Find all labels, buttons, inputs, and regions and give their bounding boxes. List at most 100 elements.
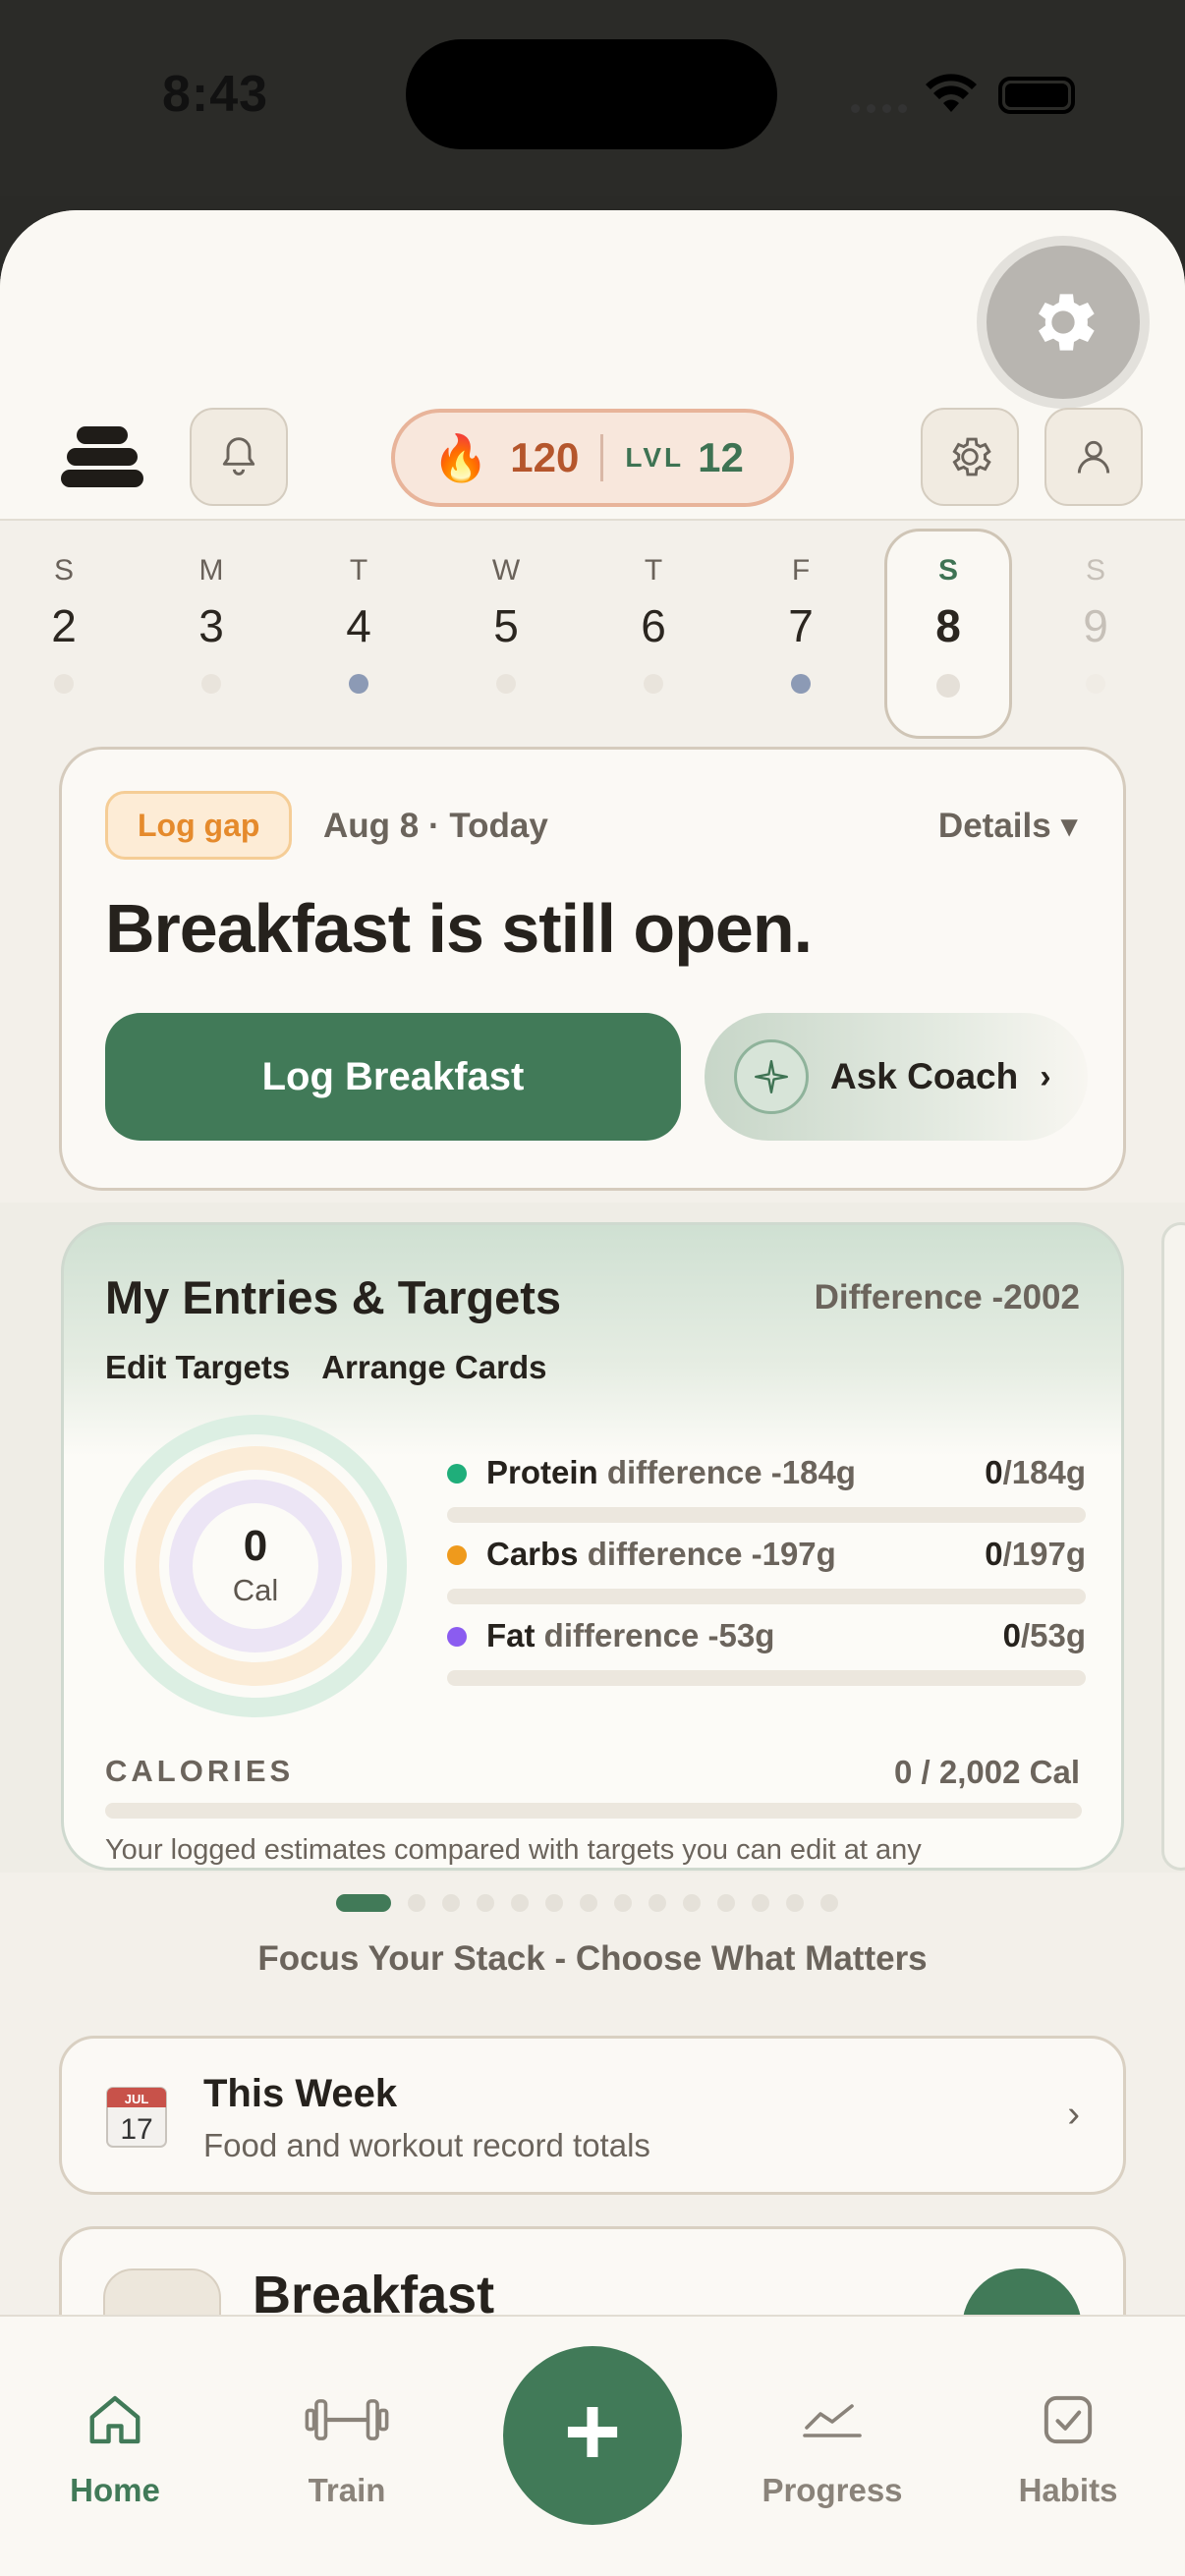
- level-label: LVL: [625, 442, 685, 473]
- macro-current: 0: [985, 1536, 1003, 1572]
- macro-current: 0: [1002, 1617, 1021, 1653]
- tab-label: Train: [308, 2472, 386, 2508]
- log-breakfast-button[interactable]: Log Breakfast: [105, 1013, 681, 1141]
- macro-progress-bar: [447, 1670, 1086, 1686]
- day-saturday-8-selected[interactable]: S 8: [884, 523, 1012, 739]
- tab-label: Progress: [762, 2472, 903, 2508]
- streak-level-pill[interactable]: 🔥 120 LVL 12: [391, 409, 794, 507]
- details-dropdown[interactable]: Details ▾: [938, 807, 1078, 846]
- tab-home[interactable]: Home: [17, 2385, 213, 2509]
- this-week-card[interactable]: JUL 17 This Week Food and workout record…: [59, 2036, 1126, 2195]
- fat-dot: [447, 1627, 467, 1647]
- day-log-dot: [644, 674, 663, 694]
- add-entry-fab[interactable]: +: [503, 2346, 682, 2525]
- calendar-day: 17: [120, 2113, 152, 2146]
- macro-difference: difference -197g: [587, 1536, 836, 1572]
- pager-dot[interactable]: [717, 1894, 735, 1912]
- macro-progress-bar: [447, 1507, 1086, 1523]
- day-log-dot: [349, 674, 368, 694]
- tab-train[interactable]: Train: [249, 2385, 445, 2509]
- pager-dot[interactable]: [786, 1894, 804, 1912]
- pager-dot[interactable]: [649, 1894, 666, 1912]
- stack-logo-icon[interactable]: [61, 424, 143, 489]
- day-wednesday-5[interactable]: W 5: [442, 523, 570, 739]
- pill-divider: [600, 434, 604, 481]
- tab-progress[interactable]: Progress: [734, 2385, 931, 2509]
- cellular-signal-icon: [851, 104, 907, 113]
- gear-icon: [1039, 294, 1095, 351]
- macro-target: /184g: [1002, 1454, 1086, 1490]
- floating-settings-button[interactable]: [987, 246, 1140, 399]
- wifi-icon: [926, 74, 977, 112]
- plus-icon: +: [563, 2377, 622, 2487]
- calorie-difference: Difference -2002: [814, 1278, 1080, 1316]
- edit-targets-link[interactable]: Edit Targets: [105, 1349, 290, 1385]
- pager-dot[interactable]: [580, 1894, 597, 1912]
- ring-calories-value: 0: [243, 1522, 268, 1570]
- tab-label: Home: [70, 2472, 160, 2508]
- day-letter: M: [198, 554, 224, 587]
- pager-dot[interactable]: [477, 1894, 494, 1912]
- day-letter: S: [937, 554, 958, 587]
- arrange-cards-link[interactable]: Arrange Cards: [321, 1349, 546, 1385]
- log-gap-date: Aug 8 · Today: [323, 807, 548, 845]
- fire-icon: 🔥: [432, 431, 489, 483]
- macro-target: /53g: [1020, 1617, 1086, 1653]
- pager-dot[interactable]: [442, 1894, 460, 1912]
- pager-dot-active[interactable]: [336, 1894, 391, 1912]
- macro-name: Fat: [486, 1617, 536, 1653]
- pager-dot[interactable]: [752, 1894, 769, 1912]
- tab-label: Habits: [1018, 2472, 1118, 2508]
- entries-title: My Entries & Targets: [105, 1271, 562, 1323]
- day-tuesday-4[interactable]: T 4: [295, 523, 423, 739]
- macro-carbs: Carbs difference -197g 0/197g: [447, 1536, 1086, 1604]
- day-number: 3: [198, 600, 224, 651]
- day-number: 7: [788, 600, 814, 651]
- day-thursday-6[interactable]: T 6: [590, 523, 717, 739]
- gear-icon: [952, 437, 991, 476]
- day-log-dot: [496, 674, 516, 694]
- day-sunday-9[interactable]: S 9: [1032, 523, 1159, 739]
- day-number: 4: [346, 600, 371, 651]
- dumbbell-icon: [305, 2399, 389, 2440]
- card-pager[interactable]: [336, 1894, 838, 1912]
- chevron-right-icon: ›: [1067, 2094, 1080, 2135]
- day-monday-3[interactable]: M 3: [147, 523, 275, 739]
- log-gap-badge: Log gap: [105, 791, 293, 860]
- macro-value: 0/184g: [985, 1454, 1086, 1491]
- macro-protein: Protein difference -184g 0/184g: [447, 1454, 1086, 1523]
- pager-dot[interactable]: [683, 1894, 701, 1912]
- macro-difference: difference -184g: [606, 1454, 856, 1490]
- day-sunday-2[interactable]: S 2: [0, 523, 128, 739]
- focus-stack-text[interactable]: Focus Your Stack - Choose What Matters: [0, 1939, 1185, 1979]
- day-log-dot: [54, 674, 74, 694]
- entries-links: Edit Targets Arrange Cards: [105, 1349, 570, 1386]
- chart-line-icon: [803, 2404, 862, 2437]
- bell-icon: [222, 437, 255, 476]
- profile-button[interactable]: [1044, 408, 1143, 506]
- notifications-button[interactable]: [190, 408, 288, 506]
- ask-coach-button[interactable]: Ask Coach ›: [705, 1013, 1088, 1141]
- home-icon: [89, 2395, 141, 2444]
- calories-value: 0 / 2,002 Cal: [894, 1754, 1080, 1790]
- day-number: 5: [493, 600, 519, 651]
- tab-habits[interactable]: Habits: [970, 2385, 1166, 2509]
- macro-fat: Fat difference -53g 0/53g: [447, 1617, 1086, 1686]
- pager-dot[interactable]: [408, 1894, 425, 1912]
- settings-button[interactable]: [921, 408, 1019, 506]
- day-log-dot: [1086, 674, 1105, 694]
- entries-targets-card[interactable]: My Entries & Targets Difference -2002 Ed…: [61, 1222, 1124, 1871]
- day-log-dot: [201, 674, 221, 694]
- person-icon: [1077, 440, 1110, 474]
- day-letter: T: [644, 554, 663, 587]
- macro-current: 0: [985, 1454, 1003, 1490]
- pager-dot[interactable]: [545, 1894, 563, 1912]
- pager-dot[interactable]: [820, 1894, 838, 1912]
- macro-progress-bar: [447, 1589, 1086, 1604]
- next-card-peek[interactable]: [1161, 1222, 1185, 1871]
- day-friday-7[interactable]: F 7: [737, 523, 865, 739]
- pager-dot[interactable]: [614, 1894, 632, 1912]
- battery-icon: [998, 77, 1075, 114]
- pager-dot[interactable]: [511, 1894, 529, 1912]
- day-number: 6: [641, 600, 666, 651]
